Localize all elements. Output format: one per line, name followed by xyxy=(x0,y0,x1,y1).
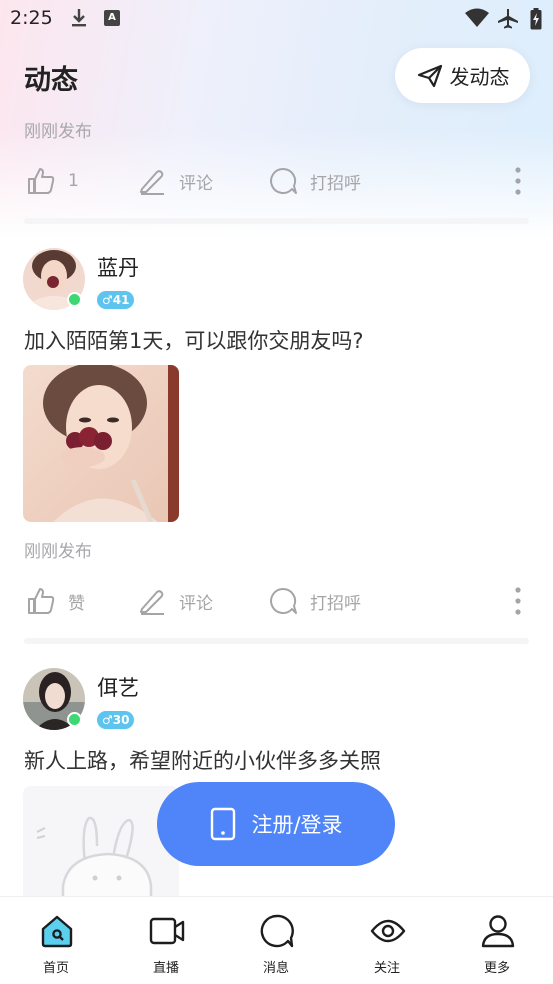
age-value: 41 xyxy=(112,293,130,307)
greet-label: 打招呼 xyxy=(310,593,361,614)
eye-icon xyxy=(370,919,406,943)
nav-label-live: 直播 xyxy=(152,961,179,976)
male-icon: ♂ xyxy=(102,293,113,307)
gender-age-badge: ♂ 30 xyxy=(97,711,135,729)
pencil-icon xyxy=(140,170,164,195)
battery-charging-icon xyxy=(530,8,542,30)
more-vertical-icon xyxy=(515,587,521,615)
send-icon xyxy=(417,64,442,87)
accessibility-a-icon: A xyxy=(104,10,120,26)
greet-label: 打招呼 xyxy=(310,173,361,194)
like-count: 1 xyxy=(68,171,79,191)
register-login-button[interactable]: 注册/登录 xyxy=(157,782,395,866)
app-root: 2:25 A 动态 发动态 刚刚发布 1 评论 打招呼 蓝丹 ♂ 41 加入陌陌… xyxy=(0,0,553,984)
thumbs-up-icon xyxy=(28,588,55,614)
bottom-navigation: 首页 直播 消息 关注 更多 xyxy=(0,896,553,984)
feed-divider xyxy=(24,638,529,644)
post-actions: 1 评论 打招呼 xyxy=(24,161,529,201)
download-icon xyxy=(72,9,86,27)
nav-item-more[interactable]: 更多 xyxy=(442,897,552,984)
post-photo[interactable] xyxy=(23,786,179,901)
gender-age-badge: ♂ 41 xyxy=(97,291,135,309)
male-icon: ♂ xyxy=(102,713,113,727)
more-options-button[interactable] xyxy=(508,581,528,621)
chat-bubble-icon xyxy=(270,167,297,194)
comment-label: 评论 xyxy=(179,173,213,194)
comment-button[interactable]: 评论 xyxy=(137,161,213,201)
airplane-mode-icon xyxy=(498,9,518,29)
chat-bubble-icon xyxy=(270,587,297,614)
more-options-button[interactable] xyxy=(508,161,528,201)
status-time: 2:25 xyxy=(10,7,53,29)
nav-item-live[interactable]: 直播 xyxy=(111,897,221,984)
feed-divider xyxy=(24,218,529,224)
nav-label-more: 更多 xyxy=(483,961,510,976)
more-vertical-icon xyxy=(515,167,521,195)
phone-icon xyxy=(211,807,236,841)
register-login-label: 注册/登录 xyxy=(251,813,343,837)
like-button[interactable]: 赞 xyxy=(26,581,85,621)
rabbit-sticker-image xyxy=(23,786,179,901)
greet-button[interactable]: 打招呼 xyxy=(268,581,361,621)
status-bar: 2:25 A xyxy=(0,0,553,38)
nav-label-follow: 关注 xyxy=(373,961,400,976)
post-button-label: 发动态 xyxy=(449,65,510,89)
user-name[interactable]: 佴艺 xyxy=(97,672,139,702)
profile-icon xyxy=(481,915,515,948)
online-status-dot xyxy=(67,292,82,307)
user-name[interactable]: 蓝丹 xyxy=(97,252,139,282)
post-photo[interactable] xyxy=(23,365,179,522)
page-title: 动态 xyxy=(24,65,78,96)
nav-item-messages[interactable]: 消息 xyxy=(221,897,331,984)
nav-item-home[interactable]: 首页 xyxy=(1,897,111,984)
pencil-icon xyxy=(140,590,164,615)
comment-label: 评论 xyxy=(179,593,213,614)
post-image xyxy=(23,365,179,522)
greet-button[interactable]: 打招呼 xyxy=(268,161,361,201)
nav-label-home: 首页 xyxy=(42,961,69,976)
post-actions: 赞 评论 打招呼 xyxy=(24,581,529,621)
video-icon xyxy=(149,917,185,945)
online-status-dot xyxy=(67,712,82,727)
home-icon xyxy=(41,915,73,948)
post-time: 刚刚发布 xyxy=(24,122,92,142)
post-moment-button[interactable]: 发动态 xyxy=(395,48,530,103)
post-content: 新人上路，希望附近的小伙伴多多关照 xyxy=(24,749,381,773)
wifi-icon xyxy=(465,8,489,27)
post-content: 加入陌陌第1天，可以跟你交朋友吗? xyxy=(24,329,364,353)
message-icon xyxy=(260,914,294,948)
post-time: 刚刚发布 xyxy=(24,542,92,562)
like-label: 赞 xyxy=(68,593,85,614)
like-button[interactable]: 1 xyxy=(26,161,79,201)
nav-label-messages: 消息 xyxy=(262,961,289,976)
thumbs-up-icon xyxy=(28,168,55,194)
age-value: 30 xyxy=(112,713,130,727)
comment-button[interactable]: 评论 xyxy=(137,581,213,621)
nav-item-follow[interactable]: 关注 xyxy=(332,897,442,984)
